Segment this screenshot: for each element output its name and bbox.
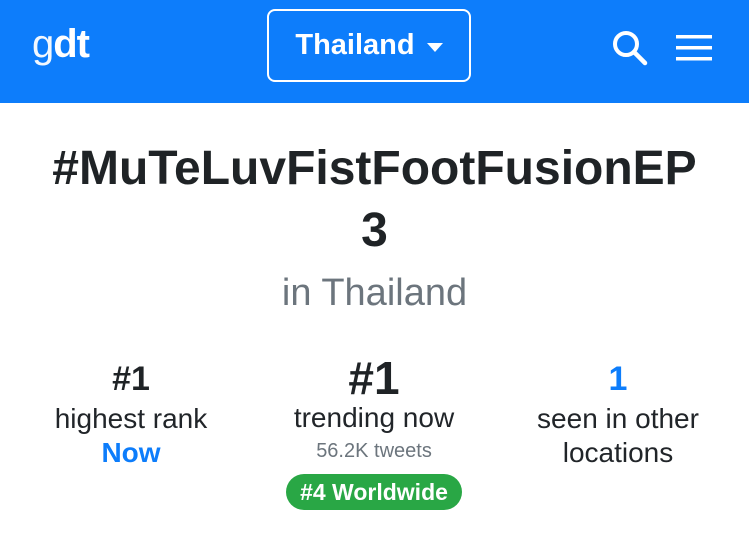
caret-down-icon [426, 42, 443, 52]
top-navbar: gdt Thailand [0, 0, 749, 103]
tweet-count: 56.2K tweets [316, 440, 432, 462]
hamburger-menu-icon [676, 35, 712, 61]
menu-button[interactable] [672, 26, 716, 70]
highest-rank-when-link[interactable]: Now [11, 436, 251, 470]
worldwide-rank-badge[interactable]: #4 Worldwide [286, 474, 462, 510]
stat-trending-now: #1 trending now 56.2K tweets #4 Worldwid… [254, 352, 494, 510]
gdt-logo[interactable]: gdt [32, 20, 90, 68]
trending-now-label: trending now [293, 402, 455, 433]
country-select-button[interactable]: Thailand [267, 9, 471, 82]
trend-title: #MuTeLuvFistFootFusionEP3 [52, 142, 697, 257]
search-button[interactable] [608, 26, 652, 70]
search-icon [613, 31, 648, 66]
highest-rank-value: #1 [112, 360, 150, 398]
logo-letter-g: g [32, 22, 54, 66]
trending-now-value: #1 [348, 352, 400, 404]
stat-other-locations: 1 seen in other locations [498, 358, 738, 470]
country-select-label: Thailand [295, 29, 415, 61]
logo-letters-dt: dt [53, 22, 90, 66]
other-locations-label: seen in other locations [537, 403, 699, 468]
stat-highest-rank: #1 highest rank Now [11, 358, 251, 470]
highest-rank-label: highest rank [54, 403, 208, 434]
trend-location: in Thailand [281, 272, 468, 314]
other-locations-count[interactable]: 1 [498, 358, 738, 400]
